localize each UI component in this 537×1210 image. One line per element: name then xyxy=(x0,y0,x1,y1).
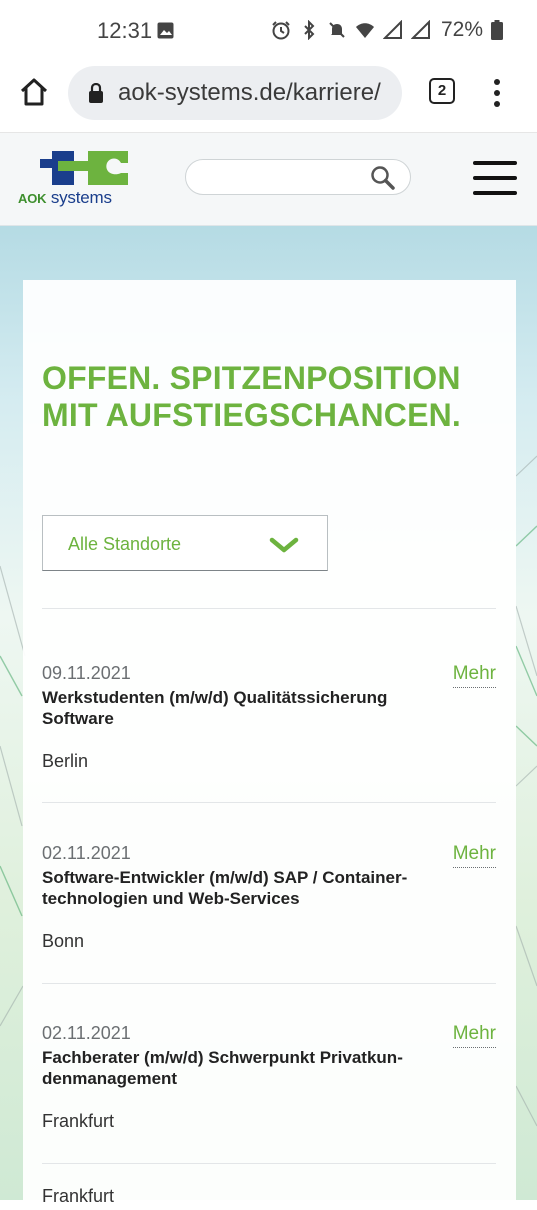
location-filter-select[interactable]: Alle Standorte xyxy=(42,515,328,571)
divider xyxy=(42,802,496,803)
tab-switcher-button[interactable]: 2 xyxy=(429,78,455,104)
browser-toolbar: aok-systems.de/karriere/ 2 xyxy=(0,62,537,133)
job-title[interactable]: Werkstudenten (m/w/d) Qualitätssicherung… xyxy=(42,687,442,729)
overflow-menu-icon[interactable] xyxy=(492,78,502,108)
chevron-down-icon xyxy=(269,537,299,553)
hamburger-menu-icon[interactable] xyxy=(473,161,517,195)
job-more-link[interactable]: Mehr xyxy=(452,843,496,868)
logo-systems-text: systems xyxy=(50,188,112,207)
status-time: 12:31 xyxy=(97,18,153,43)
divider xyxy=(42,608,496,609)
job-location: Bonn xyxy=(42,931,85,951)
home-icon[interactable] xyxy=(18,76,50,108)
wifi-icon xyxy=(355,23,374,38)
signal-r-icon xyxy=(410,20,430,39)
job-more-link[interactable]: Mehr xyxy=(452,663,496,688)
alarm-icon xyxy=(272,21,290,40)
logo-aok-text: AOK xyxy=(18,191,47,206)
logo-mark-icon xyxy=(40,151,128,185)
battery-icon xyxy=(491,20,503,40)
search-icon[interactable] xyxy=(370,165,396,191)
partial-list-text: Frankfurt xyxy=(42,1186,115,1206)
gallery-icon xyxy=(157,22,174,39)
job-more-link[interactable]: Mehr xyxy=(452,1023,496,1048)
job-date: 09.11.2021 xyxy=(42,663,131,683)
job-title[interactable]: Software-Entwickler (m/w/d) SAP / Contai… xyxy=(42,867,442,909)
job-date: 02.11.2021 xyxy=(42,843,131,863)
status-icons: 72% xyxy=(271,18,503,42)
address-bar[interactable]: aok-systems.de/karriere/ xyxy=(68,66,402,120)
url-text: aok-systems.de/karriere/ xyxy=(118,79,381,106)
job-listing-card: OFFEN. SPITZENPOSITION MIT AUFSTIEGSCHAN… xyxy=(23,280,516,1210)
job-location: Frankfurt xyxy=(42,1111,115,1131)
bluetooth-icon xyxy=(304,20,315,40)
logo-wordmark: AOK systems xyxy=(18,188,112,208)
job-title[interactable]: Fachberater (m/w/d) Schwerpunkt Privatku… xyxy=(42,1047,442,1089)
aok-systems-logo[interactable]: AOK systems xyxy=(18,149,130,209)
search-input[interactable] xyxy=(185,159,411,195)
divider xyxy=(42,983,496,984)
divider xyxy=(42,1163,496,1164)
lock-icon xyxy=(89,83,103,103)
location-filter-value: Alle Standorte xyxy=(68,534,182,554)
mute-icon xyxy=(329,22,345,38)
page-title: OFFEN. SPITZENPOSITION MIT AUFSTIEGSCHAN… xyxy=(42,360,462,433)
battery-percent: 72% xyxy=(440,18,483,41)
signal-icon xyxy=(382,20,402,39)
job-location: Berlin xyxy=(42,751,89,771)
status-bar: 12:31 72% xyxy=(0,0,537,62)
site-header: AOK systems xyxy=(0,133,537,226)
job-date: 02.11.2021 xyxy=(42,1023,131,1043)
